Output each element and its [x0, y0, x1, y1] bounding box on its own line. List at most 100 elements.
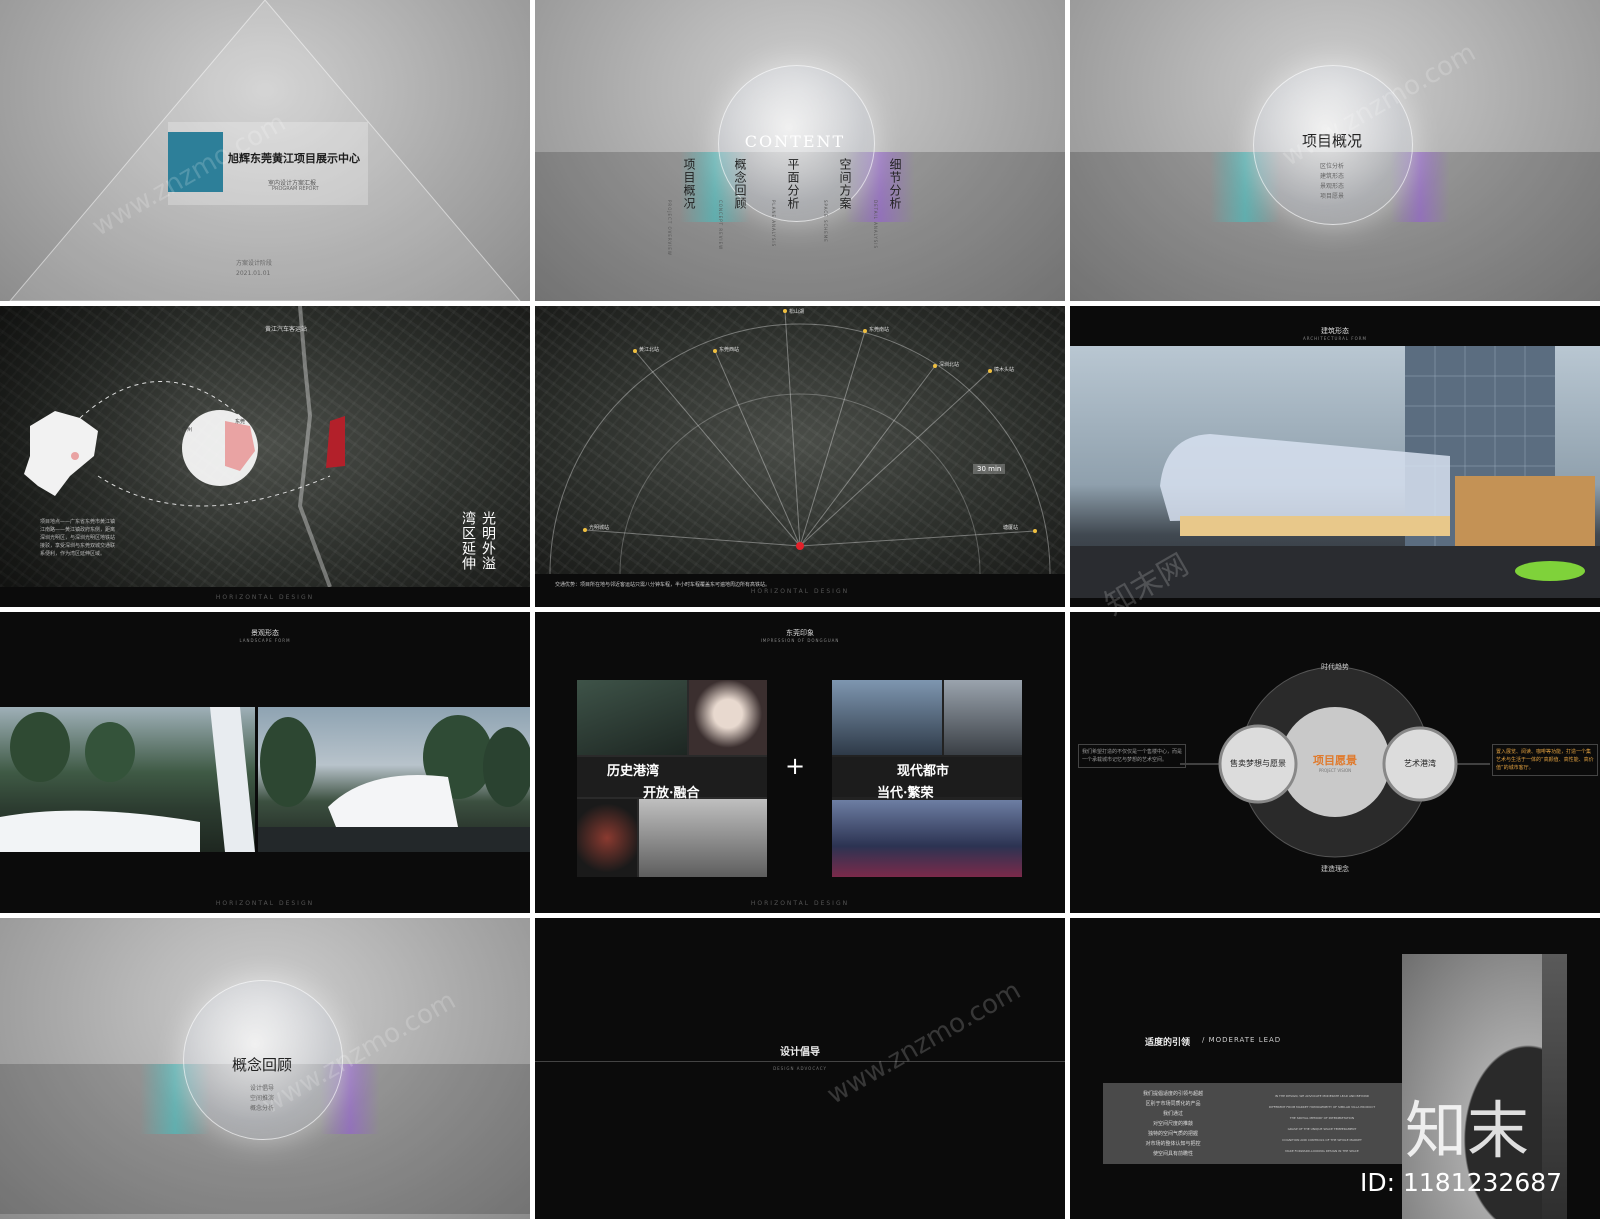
landscape-render-1	[0, 707, 255, 852]
cover-date: 2021.01.01	[236, 270, 271, 277]
lead-cn-line: 我们通过	[1162, 1111, 1183, 1117]
modern-line2: 当代·繁荣	[877, 786, 934, 801]
toc-item-3[interactable]: 平面分析	[785, 158, 802, 210]
toc-item-2[interactable]: 概念回顾	[732, 158, 749, 210]
slide-heading: 景观形态	[251, 629, 279, 637]
station-label: 东莞西站	[719, 347, 740, 353]
history-line1: 历史港湾	[607, 764, 660, 779]
slide-contents[interactable]: CONTENT 项目概况 PROJECT OVERVIEW 概念回顾 CONCE…	[535, 0, 1065, 301]
overview-menu-item[interactable]: 区位分析	[1253, 162, 1411, 172]
divider-line	[535, 1061, 1065, 1062]
lead-cn-line: 独特的空间气质的把握	[1147, 1131, 1198, 1137]
slogan-left: 湾区延伸	[460, 511, 476, 571]
map-city-a: 广州	[182, 427, 193, 433]
toc-item-4[interactable]: 空间方案	[837, 158, 854, 210]
toc-item-3-en: PLANE ANALYSIS	[771, 200, 776, 248]
slide-landscape[interactable]: 景观形态 LANDSCAPE FORM HORIZONTAL DESIGN	[0, 612, 530, 913]
slide-cover[interactable]: 旭辉东莞黄江项目展示中心 室内设计方案汇报 PROGRAM REPORT 方案设…	[0, 0, 530, 301]
slide-concept-review[interactable]: 概念回顾 设计倡导 空间推演 概念分析 www.znzmo.com	[0, 918, 530, 1219]
lead-cn-line: 我们提倡适度的引领与超越	[1142, 1091, 1203, 1097]
slide-project-overview[interactable]: 项目概况 区位分析 建筑形态 景观形态 项目愿景 www.znzmo.com	[1070, 0, 1600, 301]
slide-heading: 建筑形态	[1321, 327, 1349, 335]
lead-text-panel: 我们提倡适度的引领与超越 区别于市场同质化的产品 我们通过 对空间尺度的推敲 独…	[1103, 1083, 1406, 1164]
brand-logo: 知末	[1405, 1094, 1530, 1167]
station-label: 黄江北站	[639, 347, 660, 353]
lead-en-line: MAKE FORWARD-LOOKING DESIGN IN THE SPACE	[1285, 1149, 1359, 1153]
lead-en-line: DIFFERENT FROM MARKET HOMOGENEITY OF SIM…	[1268, 1105, 1376, 1109]
toc-item-4-en: SPACE SCHEME	[823, 200, 828, 243]
slide-heading-en: ARCHITECTURAL FORM	[1303, 336, 1367, 341]
slide-transport[interactable]: 黄江北站 东莞西站 松山湖 东莞南站 深圳北站 樟木头站 光明城站 塘厦站 30…	[535, 306, 1065, 607]
slide-location[interactable]: 黄江汽车客运站 广州 东莞 光明外溢 湾区延伸 项目地点——广东省东莞市黄江镇江…	[0, 306, 530, 607]
cover-subtitle-en: PROGRAM REPORT	[272, 186, 319, 192]
footer-mark: HORIZONTAL DESIGN	[750, 588, 850, 595]
lead-cn-line: 使空间具有前瞻性	[1152, 1151, 1193, 1157]
vision-bottom-label: 建造理念	[1321, 865, 1349, 873]
lead-en-line: THE SPATIAL MEMORY OF INTERPRETATION	[1289, 1116, 1355, 1120]
station-label: 东莞南站	[869, 327, 890, 333]
accent-block	[168, 132, 223, 192]
map-station-label: 黄江汽车客运站	[265, 326, 308, 333]
concept-menu-item[interactable]: 设计倡导	[183, 1084, 341, 1094]
toc-item-1-en: PROJECT OVERVIEW	[667, 200, 672, 256]
concept-title: 概念回顾	[231, 1056, 292, 1074]
history-line2: 开放·融合	[643, 786, 700, 801]
station-label: 深圳北站	[939, 362, 960, 368]
lead-cn-line: 对空间尺度的推敲	[1152, 1121, 1193, 1127]
toc-item-5[interactable]: 细节分析	[887, 158, 904, 210]
overview-menu: 区位分析 建筑形态 景观形态 项目愿景	[1253, 162, 1411, 202]
concept-menu: 设计倡导 空间推演 概念分析	[183, 1084, 341, 1114]
lead-en-line: COGNITION AND CONTROLS OF THE WHOLE MARK…	[1282, 1138, 1362, 1142]
brand-id: ID: 1181232687	[1360, 1168, 1563, 1197]
radius-graphic	[549, 309, 1051, 574]
vision-left-text: 我们希望打造的不仅仅是一个售楼中心，而是一个承载城市记忆与梦想的艺术空间。	[1078, 744, 1186, 768]
lead-heading-en: / MODERATE LEAD	[1202, 1036, 1282, 1044]
concept-menu-item[interactable]: 空间推演	[183, 1094, 341, 1104]
vision-right-text: 置入展览、阅读、咖啡等功能，打造一个集艺术与生活于一体的“高颜值、高性能、高价值…	[1492, 744, 1598, 776]
toc-item-1[interactable]: 项目概况	[681, 158, 698, 210]
vision-top-label: 时代趋势	[1321, 663, 1349, 671]
slide-heading-en: LANDSCAPE FORM	[239, 638, 291, 643]
lead-en-line: IN THE DESIGN, WE ADVOCATE MODERATE LEAD…	[1274, 1094, 1370, 1098]
overview-title: 项目概况	[1301, 132, 1362, 150]
station-label: 松山湖	[789, 309, 805, 315]
station-label: 光明城站	[589, 525, 610, 531]
lead-en-text: IN THE DESIGN, WE ADVOCATE MODERATE LEAD…	[1243, 1091, 1401, 1157]
slide-vision[interactable]: 时代趋势 建造理念 项目愿景 PROJECT VISION 售卖梦想与愿景 艺术…	[1070, 612, 1600, 913]
concept-menu-item[interactable]: 概念分析	[183, 1104, 341, 1114]
overview-menu-item[interactable]: 景观形态	[1253, 182, 1411, 192]
footer-mark: HORIZONTAL DESIGN	[750, 900, 850, 907]
location-body: 项目地点——广东省东莞市黄江镇江南路——黄江镇政府东侧，距离深圳光明区，与深圳光…	[40, 519, 116, 557]
slide-heading-en: IMPRESSION OF DONGGUAN	[760, 638, 840, 643]
lead-cn-text: 我们提倡适度的引领与超越 区别于市场同质化的产品 我们通过 对空间尺度的推敲 独…	[1113, 1089, 1233, 1159]
lead-cn-line: 区别于市场同质化的产品	[1145, 1101, 1201, 1107]
overview-menu-item[interactable]: 建筑形态	[1253, 172, 1411, 182]
cover-title: 旭辉东莞黄江项目展示中心	[228, 152, 360, 165]
slide-impression[interactable]: 东莞印象 IMPRESSION OF DONGGUAN 历史港湾 开放·融合 +…	[535, 612, 1065, 913]
vision-center-en: PROJECT VISION	[1318, 768, 1352, 773]
station-label: 樟木头站	[994, 367, 1015, 373]
plus-sign: +	[784, 752, 806, 780]
advocacy-title: 设计倡导	[780, 1047, 820, 1058]
footer-mark: HORIZONTAL DESIGN	[215, 900, 315, 907]
advocacy-title-en: DESIGN ADVOCACY	[773, 1066, 827, 1071]
modern-line1: 现代都市	[897, 764, 950, 779]
toc-item-5-en: DETAIL ANALYSIS	[873, 200, 878, 250]
lead-en-line: GRASP OF THE UNIQUE SPACE TEMPERAMENT	[1287, 1127, 1357, 1131]
lead-heading: 适度的引领	[1145, 1038, 1191, 1048]
station-label: 塘厦站	[1003, 525, 1019, 531]
history-collage	[577, 680, 767, 877]
slide-design-advocacy[interactable]: 设计倡导 DESIGN ADVOCACY www.znzmo.com	[535, 918, 1065, 1219]
slogan-right: 光明外溢	[480, 511, 496, 571]
time-badge: 30 min	[973, 464, 1006, 474]
cover-stage: 方案设计阶段	[236, 260, 273, 267]
overview-menu-item[interactable]: 项目愿景	[1253, 192, 1411, 202]
transport-caption: 交通优势：项目所在地与邻近客运站只需八分钟车程，半小时车程覆盖东可遍地周边所有高…	[555, 582, 771, 588]
toc-item-2-en: CONCEPT REVIEW	[718, 200, 723, 251]
content-orb-text: CONTENT	[744, 132, 846, 151]
slide-architecture[interactable]: 建筑形态 ARCHITECTURAL FORM	[1070, 306, 1600, 607]
footer-mark: HORIZONTAL DESIGN	[215, 594, 315, 601]
architecture-render	[1070, 346, 1600, 598]
map-city-b: 东莞	[235, 419, 246, 425]
vision-right-node: 艺术港湾	[1404, 759, 1436, 768]
